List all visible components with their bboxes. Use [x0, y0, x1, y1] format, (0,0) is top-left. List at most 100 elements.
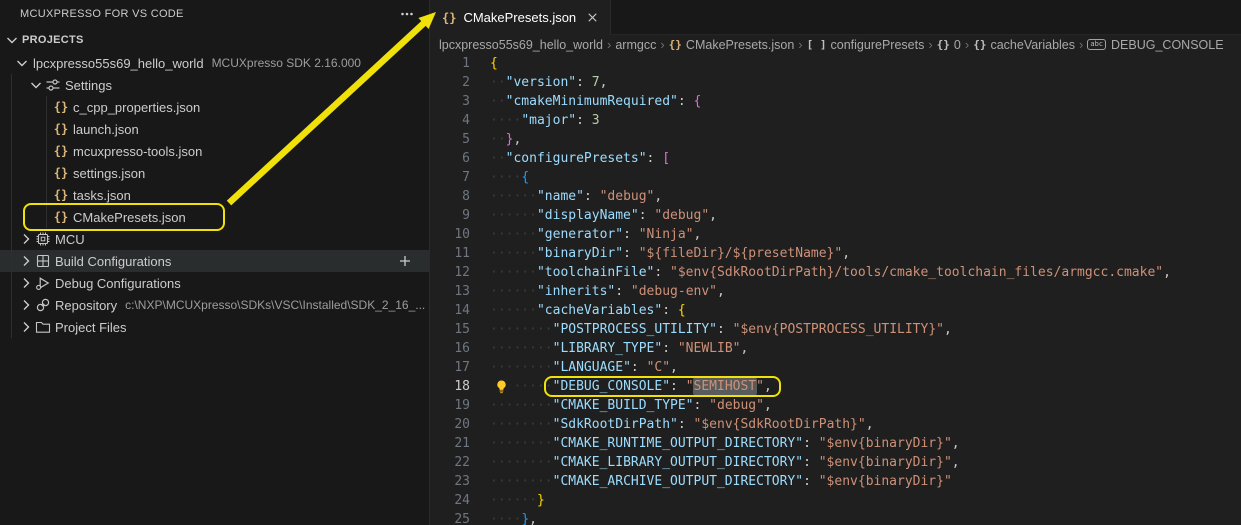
- chevron-right-icon[interactable]: [18, 319, 34, 335]
- chevron-right-icon[interactable]: [18, 253, 34, 269]
- lightbulb-icon[interactable]: [492, 378, 510, 395]
- line-number[interactable]: 1: [430, 54, 470, 73]
- more-actions-icon[interactable]: [399, 6, 415, 22]
- sidebar-item-c-cpp-properties-json[interactable]: {}c_cpp_properties.json: [0, 96, 429, 118]
- line-number[interactable]: 21: [430, 434, 470, 453]
- line-number[interactable]: 25: [430, 510, 470, 525]
- line-number[interactable]: 4: [430, 111, 470, 130]
- sidebar-item-project-files[interactable]: Project Files: [0, 316, 429, 338]
- sidebar-item-mcu[interactable]: MCU: [0, 228, 429, 250]
- line-number[interactable]: 13: [430, 282, 470, 301]
- close-icon[interactable]: [585, 10, 600, 25]
- add-icon[interactable]: [397, 253, 413, 269]
- code-line[interactable]: 10······"generator": "Ninja",: [430, 225, 1241, 244]
- line-number[interactable]: 24: [430, 491, 470, 510]
- code-line[interactable]: 17········"LANGUAGE": "C",: [430, 358, 1241, 377]
- line-number[interactable]: 12: [430, 263, 470, 282]
- code-token: {: [694, 94, 702, 109]
- code-line[interactable]: 5··},: [430, 130, 1241, 149]
- line-number[interactable]: 2: [430, 73, 470, 92]
- line-number[interactable]: 8: [430, 187, 470, 206]
- line-number[interactable]: 14: [430, 301, 470, 320]
- json-file-icon: {}: [442, 11, 456, 25]
- line-number[interactable]: 23: [430, 472, 470, 491]
- code-line[interactable]: 18········"DEBUG_CONSOLE": "SEMIHOST",: [430, 377, 1241, 396]
- sidebar-item-cmakepresets-json[interactable]: {}CMakePresets.json: [0, 206, 429, 228]
- line-number[interactable]: 3: [430, 92, 470, 111]
- code-line[interactable]: 13······"inherits": "debug-env",: [430, 282, 1241, 301]
- sidebar-item-mcuxpresso-tools-json[interactable]: {}mcuxpresso-tools.json: [0, 140, 429, 162]
- code-token: "Ninja": [639, 227, 694, 242]
- sidebar-item-label: CMakePresets.json: [73, 210, 186, 225]
- code-line[interactable]: 25····},: [430, 510, 1241, 525]
- sidebar-item-settings-json[interactable]: {}settings.json: [0, 162, 429, 184]
- chevron-down-icon[interactable]: [28, 77, 44, 93]
- code-line[interactable]: 24······}: [430, 491, 1241, 510]
- code-line[interactable]: 22········"CMAKE_LIBRARY_OUTPUT_DIRECTOR…: [430, 453, 1241, 472]
- code-line[interactable]: 8······"name": "debug",: [430, 187, 1241, 206]
- json-file-icon: {}: [669, 38, 682, 51]
- code-token: ,: [764, 379, 772, 394]
- line-number[interactable]: 16: [430, 339, 470, 358]
- line-number[interactable]: 6: [430, 149, 470, 168]
- code-editor[interactable]: 1{2··"version": 7,3··"cmakeMinimumRequir…: [430, 54, 1241, 525]
- sidebar-item-tasks-json[interactable]: {}tasks.json: [0, 184, 429, 206]
- code-token: ,: [944, 322, 952, 337]
- code-line[interactable]: 19········"CMAKE_BUILD_TYPE": "debug",: [430, 396, 1241, 415]
- line-number[interactable]: 5: [430, 130, 470, 149]
- chevron-down-icon[interactable]: [14, 55, 30, 71]
- code-line[interactable]: 11······"binaryDir": "${fileDir}/${prese…: [430, 244, 1241, 263]
- breadcrumb-item-0[interactable]: {}0: [937, 38, 961, 52]
- sidebar-item-repository[interactable]: Repositoryc:\NXP\MCUXpresso\SDKs\VSC\Ins…: [0, 294, 429, 316]
- breadcrumb-item-cachevariables[interactable]: {}cacheVariables: [973, 38, 1075, 52]
- code-token: ,: [670, 360, 678, 375]
- code-line[interactable]: 16········"LIBRARY_TYPE": "NEWLIB",: [430, 339, 1241, 358]
- code-line[interactable]: 15········"POSTPROCESS_UTILITY": "$env{P…: [430, 320, 1241, 339]
- code-token: :: [639, 208, 655, 223]
- code-line[interactable]: 20········"SdkRootDirPath": "$env{SdkRoo…: [430, 415, 1241, 434]
- sidebar-item-launch-json[interactable]: {}launch.json: [0, 118, 429, 140]
- code-line[interactable]: 23········"CMAKE_ARCHIVE_OUTPUT_DIRECTOR…: [430, 472, 1241, 491]
- symbol-object-icon: {}: [937, 38, 950, 51]
- code-line[interactable]: 12······"toolchainFile": "$env{SdkRootDi…: [430, 263, 1241, 282]
- chevron-right-icon[interactable]: [18, 275, 34, 291]
- sidebar-item-project[interactable]: lpcxpresso55s69_hello_world MCUXpresso S…: [0, 52, 429, 74]
- chevron-right-icon[interactable]: [18, 297, 34, 313]
- line-number[interactable]: 10: [430, 225, 470, 244]
- breadcrumb-item-armgcc[interactable]: armgcc: [615, 38, 656, 52]
- code-line[interactable]: 21········"CMAKE_RUNTIME_OUTPUT_DIRECTOR…: [430, 434, 1241, 453]
- sidebar-item-build-configurations[interactable]: Build Configurations: [0, 250, 429, 272]
- line-number[interactable]: 19: [430, 396, 470, 415]
- line-number[interactable]: 15: [430, 320, 470, 339]
- breadcrumb-item-lpcxpresso55s69-hello-world[interactable]: lpcxpresso55s69_hello_world: [439, 38, 603, 52]
- line-number[interactable]: 18: [430, 377, 470, 396]
- line-number[interactable]: 20: [430, 415, 470, 434]
- code-line[interactable]: 3··"cmakeMinimumRequired": {: [430, 92, 1241, 111]
- projects-section-header[interactable]: PROJECTS: [0, 28, 429, 52]
- breadcrumb-item-configurepresets[interactable]: [ ]configurePresets: [807, 38, 925, 52]
- chevron-right-icon[interactable]: [18, 231, 34, 247]
- sidebar-header: MCUXPRESSO FOR VS CODE: [0, 0, 429, 28]
- line-number[interactable]: 11: [430, 244, 470, 263]
- code-line[interactable]: 7····{: [430, 168, 1241, 187]
- line-number[interactable]: 9: [430, 206, 470, 225]
- code-line[interactable]: 14······"cacheVariables": {: [430, 301, 1241, 320]
- sidebar-item-settings[interactable]: Settings: [0, 74, 429, 96]
- line-number[interactable]: 17: [430, 358, 470, 377]
- tab-cmakepresets-json[interactable]: {} CMakePresets.json: [430, 0, 611, 35]
- code-line[interactable]: 2··"version": 7,: [430, 73, 1241, 92]
- code-token: :: [662, 341, 678, 356]
- chevron-down-icon[interactable]: [4, 32, 20, 48]
- code-line[interactable]: 6··"configurePresets": [: [430, 149, 1241, 168]
- code-line[interactable]: 4····"major": 3: [430, 111, 1241, 130]
- rendered-whitespace: ······: [490, 189, 537, 204]
- breadcrumb-item-cmakepresets-json[interactable]: {}CMakePresets.json: [669, 38, 795, 52]
- line-number[interactable]: 22: [430, 453, 470, 472]
- breadcrumb-item-debug-console[interactable]: abcDEBUG_CONSOLE: [1087, 38, 1223, 52]
- line-number[interactable]: 7: [430, 168, 470, 187]
- sidebar-item-debug-configurations[interactable]: Debug Configurations: [0, 272, 429, 294]
- code-token: ,: [600, 75, 608, 90]
- code-token: ,: [842, 246, 850, 261]
- code-line[interactable]: 9······"displayName": "debug",: [430, 206, 1241, 225]
- code-line[interactable]: 1{: [430, 54, 1241, 73]
